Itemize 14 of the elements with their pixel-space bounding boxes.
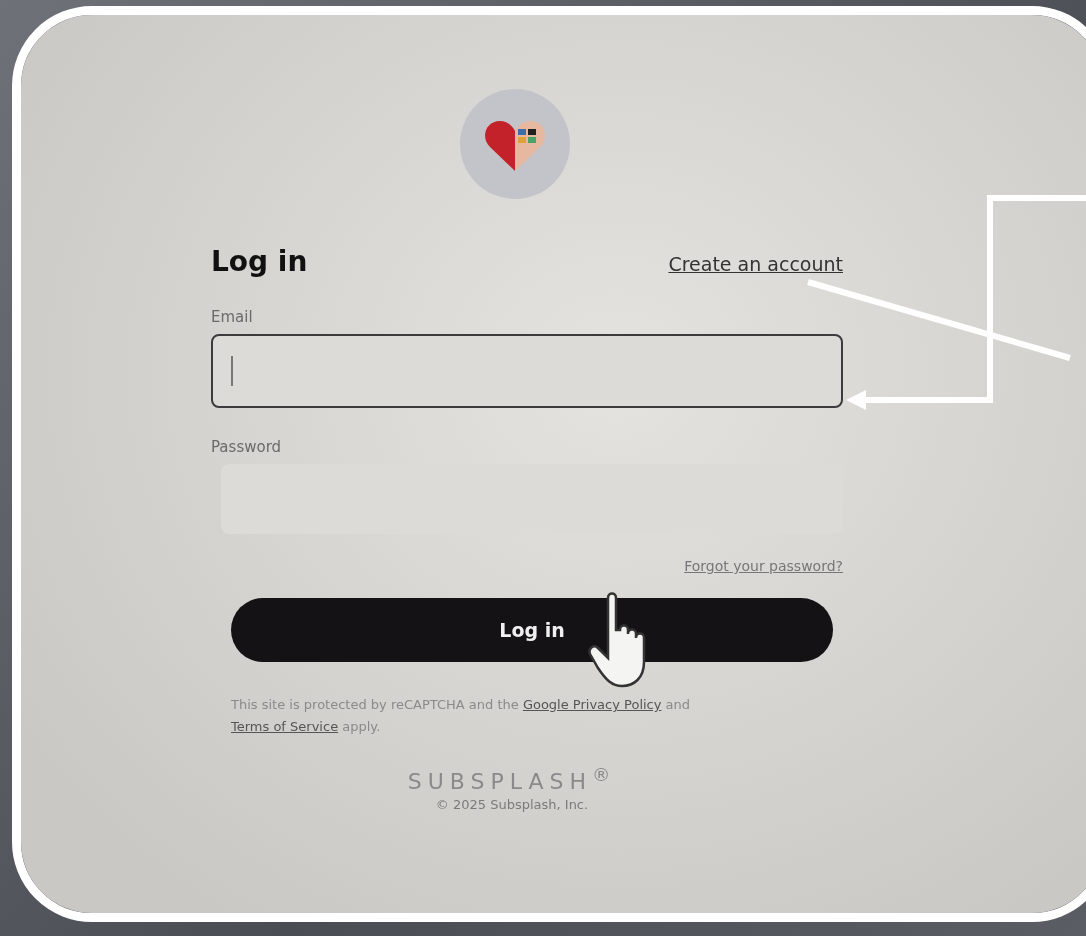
policy-link[interactable]: Google Privacy Policy bbox=[522, 697, 662, 712]
policy-link[interactable]: Terms of Service bbox=[231, 719, 339, 735]
recaptcha-notice: This site is protected by reCAPTCHA and the Google Privacy Policy and Terms of Service apply. bbox=[231, 696, 692, 737]
email-field[interactable] bbox=[211, 334, 843, 408]
create-account-link[interactable]: Create an account bbox=[668, 253, 843, 275]
heart-logo-icon bbox=[460, 89, 570, 199]
text-caret bbox=[231, 356, 233, 386]
brand-wordmark: SUBSPLASH$^{®}$ bbox=[407, 764, 617, 795]
field-label: Password bbox=[211, 438, 282, 456]
field-label: Email bbox=[211, 308, 253, 326]
copyright-text: © 2025 Subsplash, Inc. bbox=[435, 796, 589, 812]
login-button[interactable]: Log in bbox=[231, 598, 833, 662]
forgot-password-link[interactable]: Forgot your password? bbox=[684, 558, 843, 574]
page-heading: Log in bbox=[211, 245, 308, 278]
